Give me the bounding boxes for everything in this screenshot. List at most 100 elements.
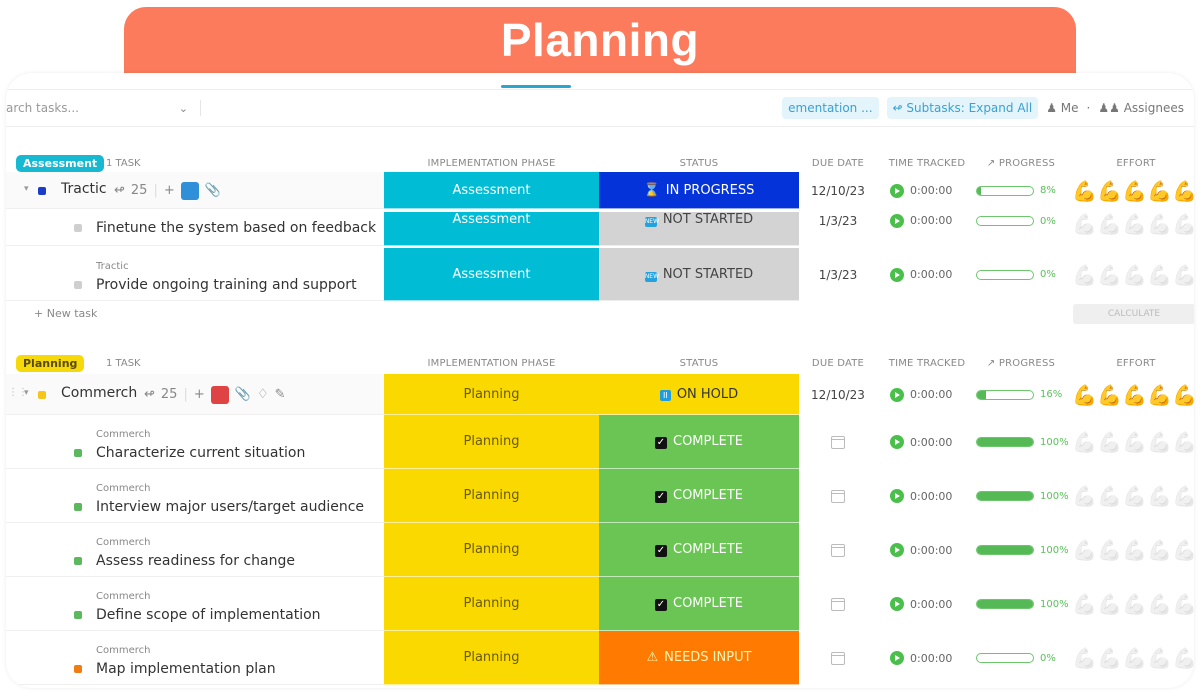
effort-flex-icon[interactable]: 💪 [1122,484,1147,508]
effort-flex-icon[interactable]: 💪 [1072,383,1097,407]
effort-flex-icon[interactable]: 💪 [1147,592,1172,616]
play-timer-icon[interactable] [890,597,904,611]
play-timer-icon[interactable] [890,387,904,402]
effort-flex-icon[interactable]: 💪 [1147,212,1172,236]
due-date-cell[interactable]: 1/3/23 [806,248,870,301]
status-cell[interactable]: NEW NOT STARTED [599,212,799,246]
task-row[interactable]: Commerch Define scope of implementation … [6,577,1194,631]
time-tracked-cell[interactable]: 0:00:00 [890,415,952,469]
phase-cell[interactable]: Assessment [384,248,599,301]
task-row[interactable]: Tractic Provide ongoing training and sup… [6,248,1194,301]
effort-flex-icon[interactable]: 💪 [1147,430,1172,454]
blue-tag-icon[interactable] [180,181,199,200]
assignees-filter-button[interactable]: ♟♟ Assignees [1098,101,1184,115]
attachment-icon[interactable]: 📎 [205,183,221,198]
calendar-icon[interactable] [831,435,845,449]
effort-flex-icon[interactable]: 💪 [1097,212,1122,236]
effort-flex-icon[interactable]: 💪 [1147,383,1172,407]
effort-rating[interactable]: 💪 💪 💪 💪 💪 [1072,577,1194,631]
effort-flex-icon[interactable]: 💪 [1122,383,1147,407]
task-row[interactable]: Commerch Assess readiness for change Pla… [6,523,1194,577]
parent-task-row[interactable]: ⋮⋮ ▾ Commerch ↫ 25 | + 📎 ♢ ✎ Planning II ON… [6,374,1194,415]
due-date-cell[interactable] [806,469,870,523]
due-date-cell[interactable]: 1/3/23 [806,212,870,246]
effort-flex-icon[interactable]: 💪 [1097,263,1122,287]
status-cell[interactable]: ✓ COMPLETE [599,469,799,523]
effort-rating[interactable]: 💪 💪 💪 💪 💪 [1072,212,1194,246]
due-date-cell[interactable] [806,631,870,685]
effort-flex-icon[interactable]: 💪 [1172,383,1194,407]
calendar-icon[interactable] [831,597,845,611]
effort-flex-icon[interactable]: 💪 [1097,538,1122,562]
calculate-button[interactable]: CALCULATE [1073,304,1194,324]
task-row[interactable]: Finetune the system based on feedback As… [6,212,1194,246]
time-tracked-cell[interactable]: 0:00:00 [890,172,952,209]
task-name[interactable]: Define scope of implementation [96,607,321,623]
effort-flex-icon[interactable]: 💪 [1122,538,1147,562]
time-tracked-cell[interactable]: 0:00:00 [890,469,952,523]
play-timer-icon[interactable] [890,543,904,557]
calendar-icon[interactable] [831,651,845,665]
task-row[interactable]: Commerch Characterize current situation … [6,415,1194,469]
task-name[interactable]: Provide ongoing training and support [96,277,357,293]
task-name[interactable]: Map implementation plan [96,661,276,677]
col-header-due[interactable]: DUE DATE [806,358,870,369]
effort-flex-icon[interactable]: 💪 [1172,646,1194,670]
status-cell[interactable]: ⌛ IN PROGRESS [599,172,799,209]
tag-icon[interactable]: ♢ [257,387,269,402]
effort-rating[interactable]: 💪 💪 💪 💪 💪 [1072,248,1194,301]
effort-flex-icon[interactable]: 💪 [1122,430,1147,454]
play-timer-icon[interactable] [890,267,904,282]
me-filter-button[interactable]: ♟ Me [1046,101,1078,115]
col-header-time[interactable]: TIME TRACKED [886,358,968,369]
collapse-caret-icon[interactable]: ▾ [24,184,29,194]
col-header-status[interactable]: STATUS [599,158,799,169]
effort-flex-icon[interactable]: 💪 [1122,212,1147,236]
status-cell[interactable]: ✓ COMPLETE [599,577,799,631]
col-header-due[interactable]: DUE DATE [806,158,870,169]
play-timer-icon[interactable] [890,651,904,665]
subtask-count[interactable]: 25 [161,387,178,402]
edit-icon[interactable]: ✎ [275,387,286,402]
effort-flex-icon[interactable]: 💪 [1147,179,1172,203]
effort-flex-icon[interactable]: 💪 [1097,646,1122,670]
task-name[interactable]: Tractic [61,181,107,197]
effort-flex-icon[interactable]: 💪 [1172,592,1194,616]
play-timer-icon[interactable] [890,435,904,449]
add-icon[interactable]: + [164,183,175,198]
col-header-progress[interactable]: ↗ PROGRESS [981,158,1061,169]
implementation-filter-chip[interactable]: ementation ... [782,97,879,119]
time-tracked-cell[interactable]: 0:00:00 [890,631,952,685]
effort-flex-icon[interactable]: 💪 [1122,263,1147,287]
effort-flex-icon[interactable]: 💪 [1172,538,1194,562]
task-row[interactable]: Commerch Map implementation plan Plannin… [6,631,1194,685]
effort-rating[interactable]: 💪 💪 💪 💪 💪 [1072,172,1194,209]
phase-cell[interactable]: Planning [384,631,599,685]
subtasks-expand-all-button[interactable]: ↫ Subtasks: Expand All [886,97,1039,119]
due-date-cell[interactable]: 12/10/23 [806,172,870,209]
collapse-caret-icon[interactable]: ▾ [24,388,29,398]
phase-cell[interactable]: Planning [384,374,599,415]
effort-flex-icon[interactable]: 💪 [1072,592,1097,616]
due-date-cell[interactable] [806,523,870,577]
effort-flex-icon[interactable]: 💪 [1122,592,1147,616]
effort-flex-icon[interactable]: 💪 [1122,179,1147,203]
play-timer-icon[interactable] [890,183,904,198]
search-input[interactable]: arch tasks... ⌄ [6,101,196,115]
status-cell[interactable]: ✓ COMPLETE [599,523,799,577]
time-tracked-cell[interactable]: 0:00:00 [890,212,952,246]
task-name[interactable]: Characterize current situation [96,445,305,461]
effort-flex-icon[interactable]: 💪 [1097,179,1122,203]
col-header-time[interactable]: TIME TRACKED [886,158,968,169]
col-header-effort[interactable]: EFFORT [1076,358,1194,369]
effort-rating[interactable]: 💪 💪 💪 💪 💪 [1072,523,1194,577]
effort-flex-icon[interactable]: 💪 [1147,538,1172,562]
group-tag[interactable]: Assessment [16,154,105,172]
effort-flex-icon[interactable]: 💪 [1172,212,1194,236]
phase-cell[interactable]: Planning [384,469,599,523]
effort-flex-icon[interactable]: 💪 [1097,383,1122,407]
col-header-phase[interactable]: IMPLEMENTATION PHASE [384,158,599,169]
effort-flex-icon[interactable]: 💪 [1072,263,1097,287]
group-tag[interactable]: Planning [16,354,85,372]
status-cell[interactable]: ⚠ NEEDS INPUT [599,631,799,685]
